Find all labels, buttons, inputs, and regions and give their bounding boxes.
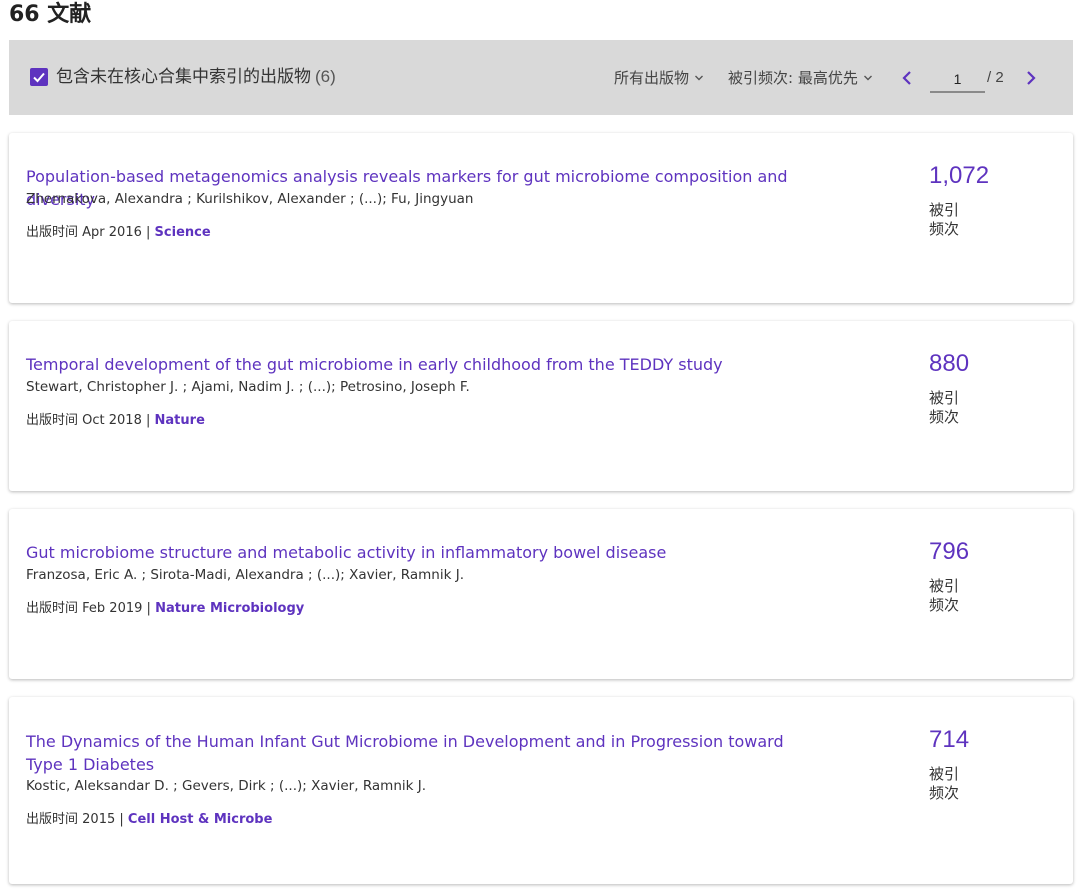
citation-label-line2: 频次 [929, 596, 960, 614]
include-non-core-count: (6) [315, 67, 336, 86]
page-number-input[interactable] [930, 66, 985, 93]
publish-date-prefix: 出版时间 [26, 601, 79, 616]
result-title[interactable]: Gut microbiome structure and metabolic a… [26, 541, 801, 564]
meta-separator: | [146, 413, 151, 428]
chevron-left-icon[interactable] [900, 69, 914, 87]
citation-label: 被引 频次 [929, 577, 969, 615]
citation-label: 被引 频次 [929, 389, 969, 427]
citation-label: 被引 频次 [929, 201, 969, 239]
publish-date: Feb 2019 [82, 601, 143, 616]
citation-label-line1: 被引 [929, 765, 960, 783]
chevron-down-icon [695, 75, 704, 81]
result-authors: Zhernakova, Alexandra ; Kurilshikov, Ale… [26, 191, 474, 207]
result-title[interactable]: The Dynamics of the Human Infant Gut Mic… [26, 730, 801, 776]
citation-label-line1: 被引 [929, 389, 960, 407]
sort-dropdown[interactable]: 被引频次: 最高优先 [728, 68, 873, 88]
include-non-core-label[interactable]: 包含未在核心合集中索引的出版物 (6) [56, 66, 336, 88]
citation-label-line1: 被引 [929, 201, 960, 219]
publish-date-prefix: 出版时间 [26, 413, 79, 428]
meta-separator: | [146, 225, 151, 240]
citation-count[interactable]: 880 [929, 350, 969, 378]
page-total: / 2 [987, 69, 1004, 86]
checkmark-icon [33, 72, 45, 83]
publish-date: Oct 2018 [82, 413, 142, 428]
page-title: 66 文献 [9, 2, 92, 27]
citation-label: 被引 频次 [929, 765, 969, 803]
citation-label-line2: 频次 [929, 784, 960, 802]
publish-date: Apr 2016 [82, 225, 142, 240]
result-title[interactable]: Temporal development of the gut microbio… [26, 353, 801, 376]
result-meta: 出版时间 2015 | Cell Host & Microbe [26, 808, 272, 827]
result-authors: Stewart, Christopher J. ; Ajami, Nadim J… [26, 379, 470, 395]
chevron-down-icon [863, 75, 872, 81]
result-meta: 出版时间 Feb 2019 | Nature Microbiology [26, 597, 304, 616]
meta-separator: | [119, 812, 124, 827]
result-authors: Kostic, Aleksandar D. ; Gevers, Dirk ; (… [26, 778, 427, 794]
results-toolbar: 包含未在核心合集中索引的出版物(6) 所有出版物 被引频次: 最高优先 / 2 [9, 40, 1073, 115]
include-non-core-checkbox[interactable] [30, 68, 48, 86]
citation-count[interactable]: 796 [929, 538, 969, 566]
result-card: Temporal development of the gut microbio… [9, 321, 1073, 491]
publish-date-prefix: 出版时间 [26, 812, 79, 827]
include-non-core-text: 包含未在核心合集中索引的出版物 [56, 67, 311, 87]
result-card: The Dynamics of the Human Infant Gut Mic… [9, 697, 1073, 884]
citation-label-line1: 被引 [929, 577, 960, 595]
journal-link[interactable]: Nature [155, 413, 205, 428]
journal-link[interactable]: Cell Host & Microbe [128, 812, 273, 827]
citation-count[interactable]: 1,072 [929, 162, 989, 190]
publish-date-prefix: 出版时间 [26, 225, 79, 240]
publish-date: 2015 [82, 812, 116, 827]
citation-label-line2: 频次 [929, 408, 960, 426]
publications-filter-dropdown[interactable]: 所有出版物 [614, 68, 704, 88]
result-meta: 出版时间 Apr 2016 | Science [26, 221, 211, 240]
result-meta: 出版时间 Oct 2018 | Nature [26, 409, 205, 428]
result-authors: Franzosa, Eric A. ; Sirota-Madi, Alexand… [26, 567, 464, 583]
result-card: Gut microbiome structure and metabolic a… [9, 509, 1073, 679]
citation-label-line2: 频次 [929, 220, 960, 238]
sort-label: 被引频次: 最高优先 [728, 69, 858, 87]
journal-link[interactable]: Nature Microbiology [155, 601, 304, 616]
citation-count[interactable]: 714 [929, 726, 969, 754]
journal-link[interactable]: Science [155, 225, 211, 240]
result-card: Population-based metagenomics analysis r… [9, 133, 1073, 303]
meta-separator: | [146, 601, 151, 616]
chevron-right-icon[interactable] [1024, 69, 1038, 87]
publications-filter-label: 所有出版物 [614, 69, 690, 87]
